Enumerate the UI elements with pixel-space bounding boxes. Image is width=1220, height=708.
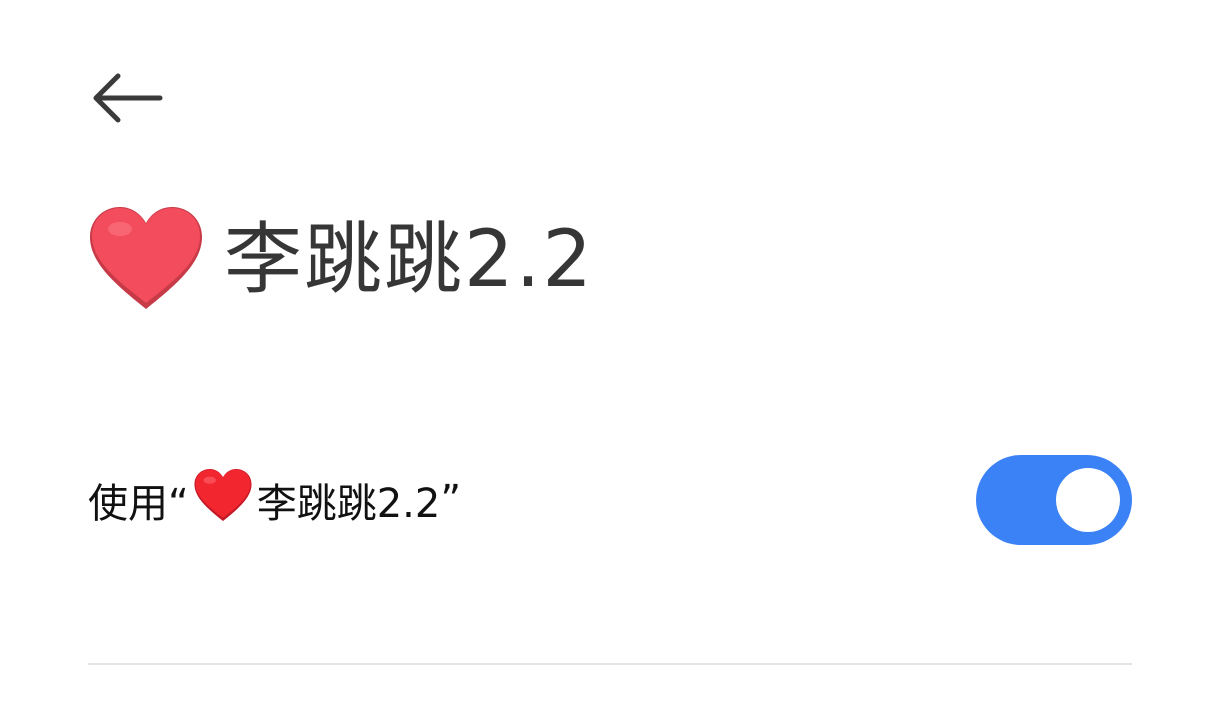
setting-label-name: 李跳跳2.2 <box>256 481 441 527</box>
setting-row-use-li-tiaotiao: 使用“ 李跳跳2.2 ” <box>88 450 1132 550</box>
enable-toggle[interactable] <box>976 455 1132 545</box>
page-title: 李跳跳2.2 <box>88 200 594 320</box>
setting-label-suffix: ” <box>440 477 462 523</box>
arrow-left-icon <box>90 72 164 124</box>
setting-label: 使用“ 李跳跳2.2 ” <box>88 468 461 532</box>
back-button[interactable] <box>82 66 172 130</box>
setting-label-prefix: 使用“ <box>88 481 189 527</box>
red-heart-icon <box>193 468 253 532</box>
divider <box>88 663 1132 665</box>
page-title-text: 李跳跳2.2 <box>224 215 595 305</box>
toggle-knob <box>1056 468 1120 532</box>
red-heart-icon <box>88 205 204 315</box>
